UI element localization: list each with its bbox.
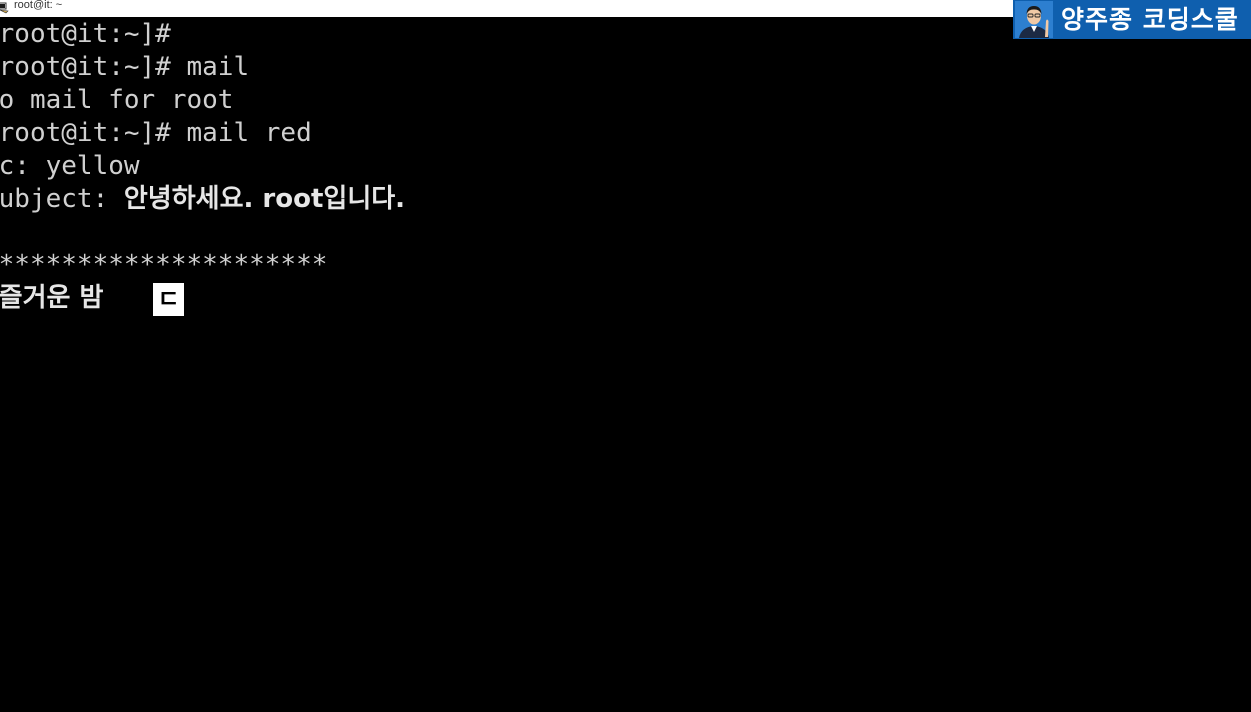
terminal-line: No mail for root — [0, 84, 233, 117]
terminal-window: root@it: ~ [root@it:~]# [root@it:~]# mai… — [0, 0, 1251, 712]
logo-text: 양주종 코딩스쿨 — [1061, 5, 1239, 34]
body-text: 즐거운 밤 — [0, 283, 104, 313]
terminal-line: ********************* — [0, 249, 327, 282]
terminal-line: 즐거운 밤 — [0, 282, 103, 315]
putty-icon — [0, 2, 9, 14]
subject-text: 안녕하세요. root입니다. — [123, 184, 406, 214]
line-text: [root@it:~]# — [0, 19, 171, 49]
terminal-line: [root@it:~]# mail red — [0, 117, 312, 150]
text-cursor: ㄷ — [153, 283, 184, 316]
terminal-output[interactable]: [root@it:~]# [root@it:~]# mail No mail f… — [0, 17, 1251, 712]
window-title: root@it: ~ — [14, 0, 63, 11]
line-text: [root@it:~]# mail — [0, 52, 250, 82]
line-text: [root@it:~]# mail red — [0, 118, 312, 148]
avatar — [1015, 1, 1053, 38]
terminal-line: Cc: yellow — [0, 150, 140, 183]
terminal-line: [root@it:~]# — [0, 18, 171, 51]
line-text: ********************* — [0, 250, 328, 280]
channel-logo: 양주종 코딩스쿨 — [1013, 0, 1251, 39]
line-text: Subject: — [0, 184, 109, 214]
line-text: No mail for root — [0, 85, 234, 115]
terminal-line: [root@it:~]# mail — [0, 51, 249, 84]
line-text: Cc: yellow — [0, 151, 140, 181]
terminal-line: Subject: 안녕하세요. root입니다. — [0, 183, 405, 216]
